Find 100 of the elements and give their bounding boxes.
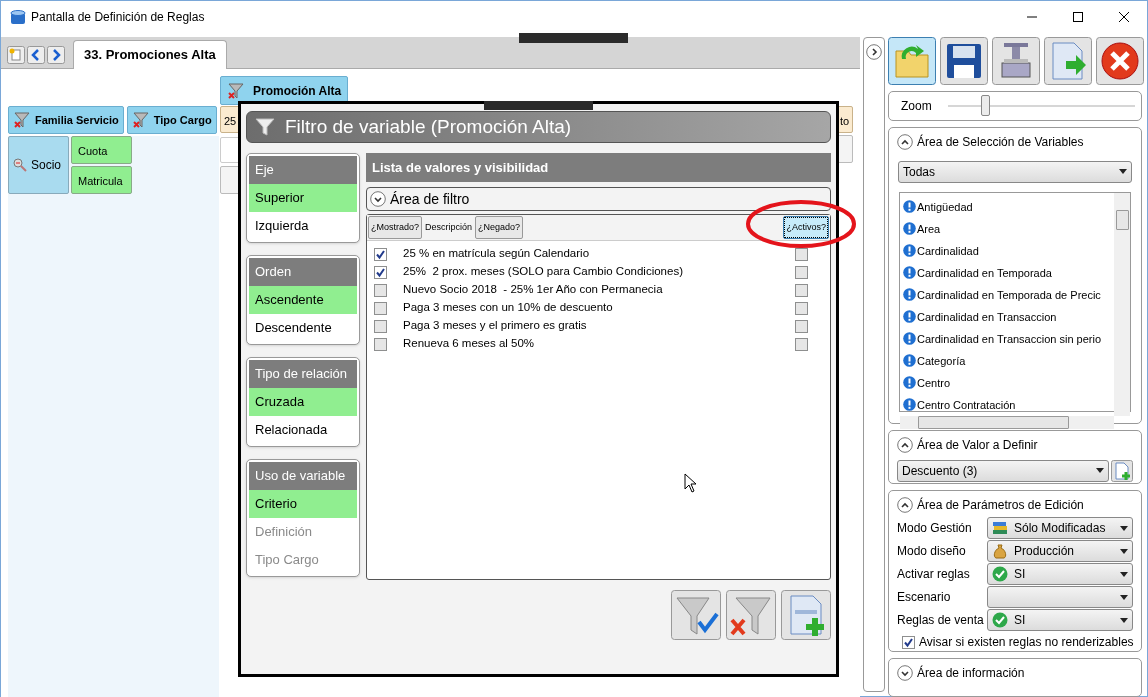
checkbox[interactable]	[795, 247, 808, 261]
option-item[interactable]: Cruzada	[249, 388, 357, 416]
variable-item[interactable]: Centro	[903, 371, 1114, 394]
variable-item[interactable]: Categoría	[903, 349, 1114, 372]
dropdown-caret-icon	[1120, 548, 1128, 554]
vertical-scrollbar[interactable]	[1114, 192, 1130, 416]
checkbox[interactable]	[374, 283, 387, 297]
checkbox-label: Avisar si existen reglas no renderizables	[919, 634, 1134, 652]
expand-icon[interactable]	[897, 665, 913, 682]
open-folder-button[interactable]	[888, 37, 936, 85]
scrollbar-thumb[interactable]	[918, 415, 1069, 429]
tab[interactable]: 33. Promociones Alta	[73, 40, 227, 69]
compress-button[interactable]	[992, 37, 1040, 85]
row-description: Nuevo Socio 2018 - 25% 1er Año con Permanecia	[403, 282, 664, 298]
variable-item[interactable]: Area	[903, 217, 1114, 240]
list-title: Lista de valores y visibilidad	[366, 153, 831, 182]
close-button[interactable]	[1096, 37, 1144, 85]
parameter-dropdown[interactable]: Sólo Modificadas	[987, 517, 1133, 540]
maximize-icon[interactable]	[1073, 12, 1083, 22]
books-icon	[992, 520, 1008, 537]
row-header[interactable]: Tipo Cargo	[126, 106, 217, 134]
variable-item[interactable]: Cardinalidad en Temporada	[903, 261, 1114, 284]
expand-panel-icon[interactable]	[866, 44, 882, 60]
parameter-dropdown[interactable]	[987, 586, 1133, 609]
checkbox[interactable]	[795, 265, 808, 279]
info-icon	[903, 266, 916, 280]
variable-item[interactable]: Cardinalidad en Transaccion sin perio	[903, 327, 1114, 350]
parameter-dropdown[interactable]: Producción	[987, 540, 1133, 563]
checkbox[interactable]	[795, 301, 808, 315]
column-header[interactable]: ¿Negado?	[475, 216, 524, 239]
option-group-title: Uso de variable	[249, 462, 357, 490]
new-page-button[interactable]	[7, 46, 25, 64]
checkbox[interactable]	[374, 247, 387, 261]
checkbox[interactable]	[374, 319, 387, 333]
variable-item[interactable]: Cardinalidad	[903, 239, 1114, 262]
checkbox[interactable]	[902, 635, 915, 649]
dropdown-caret-icon	[1120, 525, 1128, 531]
close-icon[interactable]	[1119, 12, 1129, 22]
option-item[interactable]: Criterio	[249, 490, 357, 518]
parameter-dropdown[interactable]: SI	[987, 563, 1133, 586]
value-dropdown[interactable]: Descuento (3)	[897, 459, 1109, 482]
funnel-icon	[255, 117, 275, 137]
option-item[interactable]: Superior	[249, 184, 357, 212]
row-item[interactable]: Cuota	[71, 136, 132, 164]
section-title: Área de Valor a Definir	[917, 436, 1038, 454]
dropdown-caret-icon	[1120, 617, 1128, 623]
parameter-dropdown[interactable]: SI	[987, 609, 1133, 632]
check-icon	[992, 612, 1008, 629]
expand-icon[interactable]	[370, 191, 386, 207]
checkbox[interactable]	[795, 283, 808, 297]
column-header[interactable]: ¿Activos?	[783, 216, 829, 239]
check-icon	[992, 566, 1008, 583]
save-button[interactable]	[940, 37, 988, 85]
clear-filter-button[interactable]	[726, 590, 776, 640]
variable-item[interactable]: Cardinalidad en Temporada de Precic	[903, 283, 1114, 306]
variable-item[interactable]: Cardinalidad en Transaccion	[903, 305, 1114, 328]
collapse-icon[interactable]	[897, 133, 913, 150]
variable-item[interactable]: Antigüedad	[903, 195, 1114, 218]
scrollbar-thumb[interactable]	[1115, 209, 1129, 230]
checkbox[interactable]	[374, 337, 387, 351]
dropdown-caret-icon	[1119, 169, 1127, 175]
checkbox[interactable]	[795, 319, 808, 333]
section-title: Área de Selección de Variables	[917, 133, 1084, 151]
row-description: 25% 2 prox. meses (SOLO para Cambio Condiciones)	[403, 264, 684, 280]
add-value-button[interactable]	[1111, 459, 1133, 482]
row-item[interactable]: Matricula	[71, 166, 132, 194]
row-item[interactable]: Socio	[8, 136, 69, 194]
info-icon	[903, 244, 916, 258]
info-icon	[903, 310, 916, 324]
apply-filter-button[interactable]	[671, 590, 721, 640]
new-document-button[interactable]	[781, 590, 831, 640]
option-item[interactable]: Ascendente	[249, 286, 357, 314]
filter-area-label: Área de filtro	[390, 189, 470, 209]
slider-thumb[interactable]	[981, 95, 991, 117]
column-header[interactable]: ¿Mostrado?	[368, 216, 423, 239]
row-description: Paga 3 meses con un 10% de descuento	[403, 300, 614, 316]
funnel-icon	[131, 111, 150, 129]
variable-item[interactable]: Centro Contratación	[903, 393, 1114, 416]
horizontal-scrollbar[interactable]	[900, 415, 1114, 429]
funnel-icon	[227, 81, 245, 100]
splitter-handle[interactable]	[519, 33, 628, 43]
next-button[interactable]	[47, 46, 65, 64]
collapse-icon[interactable]	[897, 436, 913, 453]
row-header[interactable]: Familia Servicio	[8, 106, 124, 134]
checkbox[interactable]	[795, 337, 808, 351]
field-label: Escenario	[897, 589, 952, 607]
dialog-drag-handle[interactable]	[484, 101, 593, 110]
row-item-label: Socio	[31, 157, 62, 174]
row-header-label: Tipo Cargo	[153, 112, 212, 128]
filter-dropdown[interactable]: Todas	[898, 160, 1132, 183]
row-header-label: Familia Servicio	[35, 112, 119, 128]
app-icon	[10, 9, 26, 25]
zoom-slider[interactable]	[947, 95, 1135, 117]
collapse-icon[interactable]	[897, 496, 913, 513]
checkbox[interactable]	[374, 265, 387, 279]
dropdown-caret-icon	[1120, 571, 1128, 577]
option-group-title: Tipo de relación	[249, 360, 357, 388]
filter-area-header[interactable]: Área de filtro	[366, 187, 831, 211]
previous-button[interactable]	[27, 46, 45, 64]
checkbox[interactable]	[374, 301, 387, 315]
